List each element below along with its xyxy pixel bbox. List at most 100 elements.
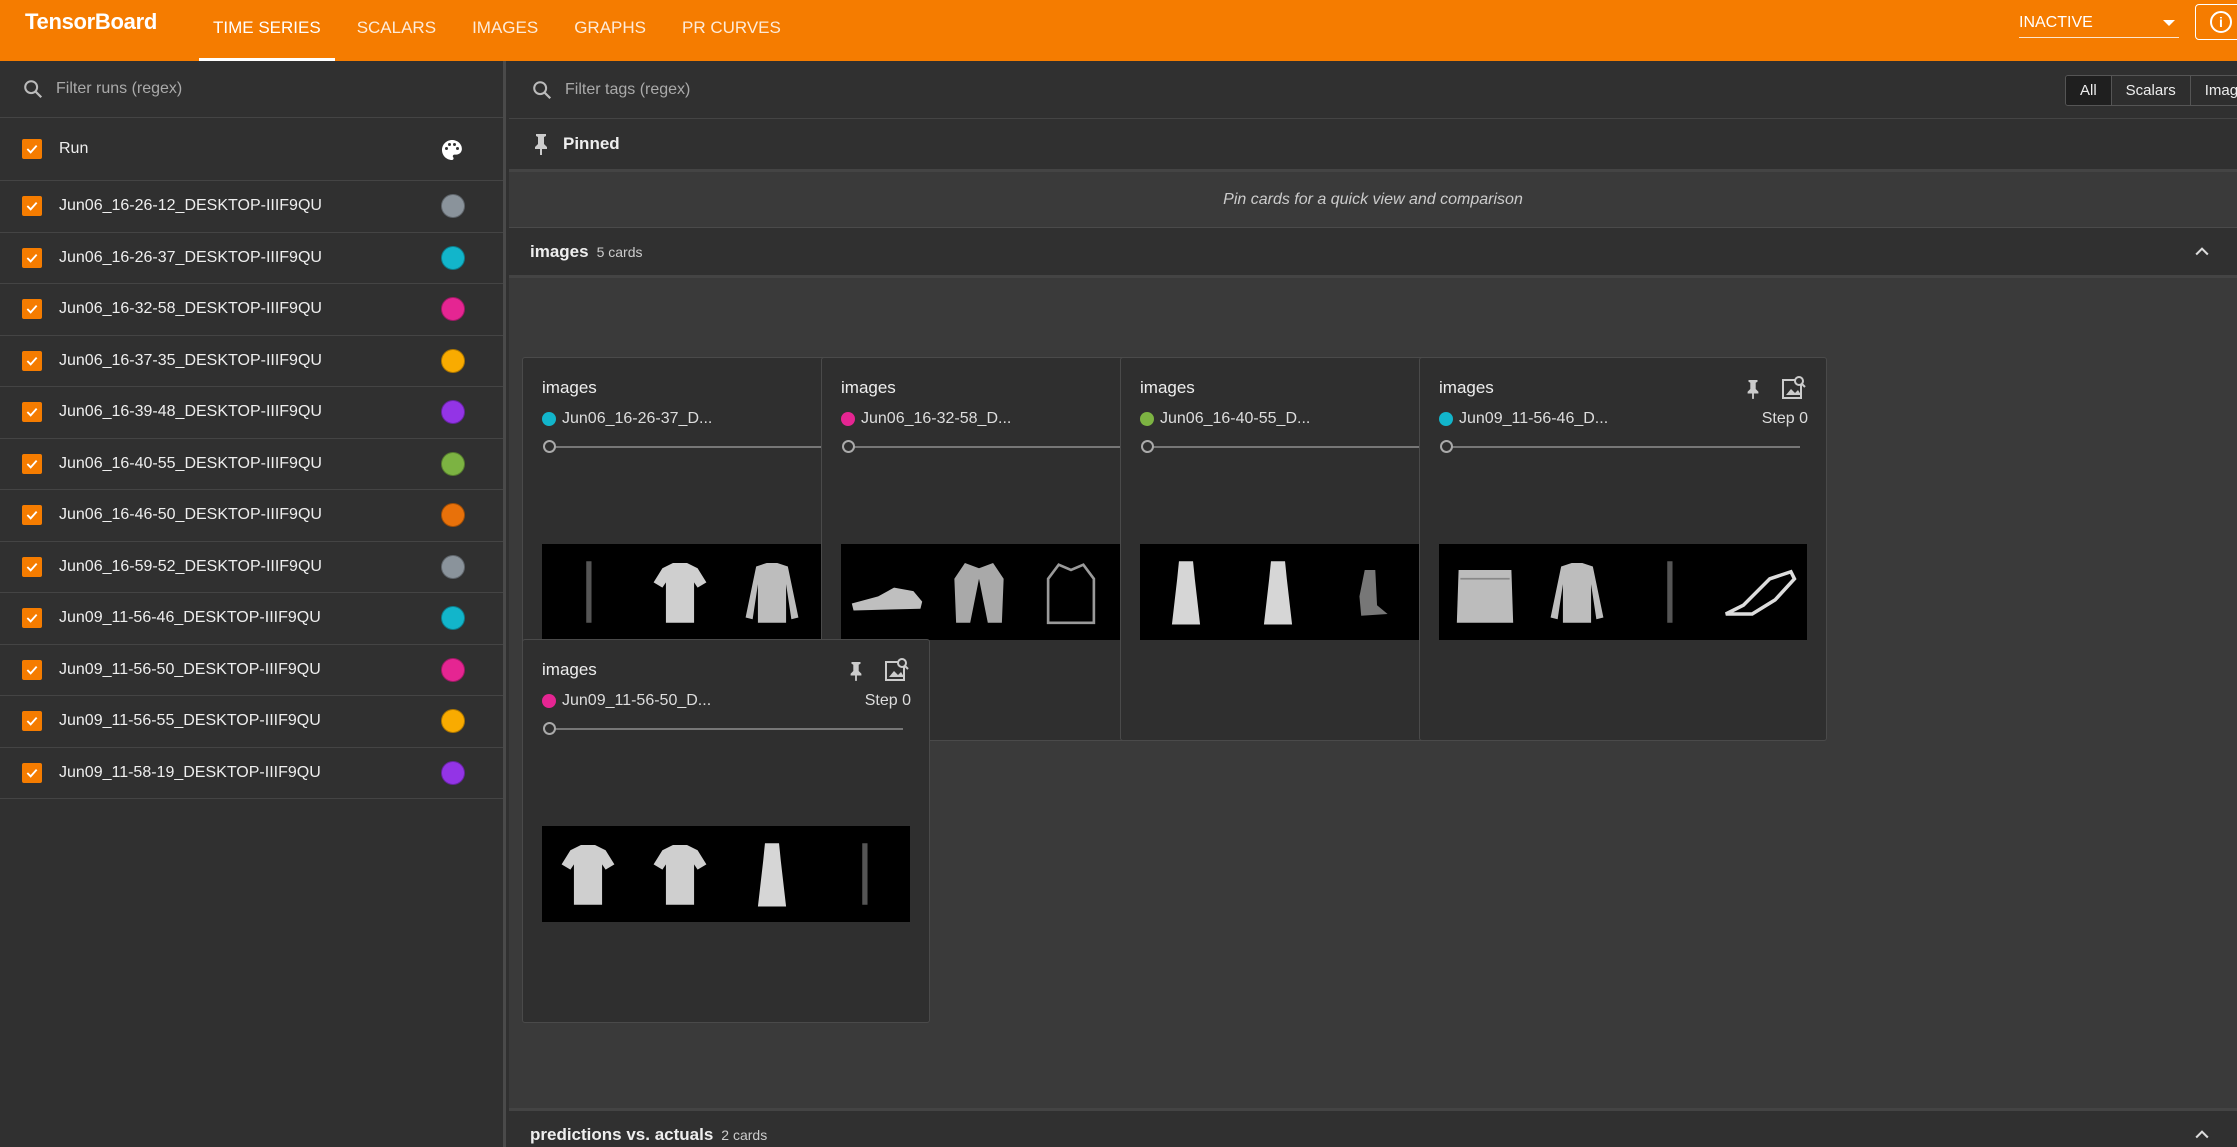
- card-run-label: Jun09_11-56-50_D...: [542, 692, 711, 710]
- run-checkbox[interactable]: [22, 505, 42, 526]
- run-checkbox[interactable]: [22, 608, 42, 629]
- card-run-name: Jun06_16-40-55_D...: [1160, 410, 1311, 427]
- run-checkbox[interactable]: [22, 659, 42, 680]
- run-row[interactable]: Jun09_11-56-55_DESKTOP-IIIF9QU: [0, 696, 503, 748]
- check-icon: [26, 614, 38, 623]
- run-row[interactable]: Jun06_16-46-50_DESKTOP-IIIF9QU: [0, 490, 503, 542]
- card-run-label: Jun09_11-56-46_D...: [1439, 410, 1608, 428]
- run-checkbox[interactable]: [22, 350, 42, 371]
- runs-table-header: Run: [0, 118, 503, 181]
- run-color-swatch[interactable]: [441, 554, 465, 579]
- run-color-swatch[interactable]: [441, 297, 465, 322]
- run-color-dot: [542, 694, 556, 708]
- card-run-name: Jun09_11-56-46_D...: [1459, 410, 1609, 427]
- info-button[interactable]: i: [2195, 4, 2237, 40]
- run-color-swatch[interactable]: [441, 760, 465, 785]
- run-color-swatch[interactable]: [441, 606, 465, 631]
- run-row[interactable]: Jun09_11-58-19_DESKTOP-IIIF9QU: [0, 748, 503, 799]
- run-checkbox[interactable]: [22, 247, 42, 268]
- toggle-images[interactable]: Images: [2190, 76, 2237, 105]
- run-checkbox[interactable]: [22, 762, 42, 783]
- image-thumbnail: [586, 561, 592, 623]
- run-row[interactable]: Jun06_16-59-52_DESKTOP-IIIF9QU: [0, 542, 503, 593]
- card-run-name: Jun06_16-26-37_D...: [562, 410, 713, 427]
- check-icon: [26, 408, 38, 417]
- select-all-checkbox[interactable]: [22, 139, 42, 159]
- card-title: images: [542, 660, 597, 679]
- tab-time-series[interactable]: TIME SERIES: [199, 0, 335, 61]
- check-icon: [26, 145, 38, 154]
- check-icon: [26, 253, 38, 263]
- image-thumbnail: [862, 843, 868, 905]
- run-row[interactable]: Jun06_16-37-35_DESKTOP-IIIF9QU: [0, 336, 503, 387]
- image-strip[interactable]: [1439, 544, 1807, 640]
- run-color-swatch[interactable]: [441, 503, 465, 528]
- tab-pr-curves[interactable]: PR CURVES: [668, 0, 795, 61]
- run-row[interactable]: Jun06_16-40-55_DESKTOP-IIIF9QU: [0, 439, 503, 490]
- run-color-swatch[interactable]: [441, 348, 465, 373]
- run-color-swatch[interactable]: [441, 657, 465, 682]
- run-name: Jun09_11-56-55_DESKTOP-IIIF9QU: [59, 712, 321, 730]
- run-checkbox[interactable]: [22, 299, 42, 320]
- run-color-swatch[interactable]: [441, 245, 465, 270]
- main-nav: TIME SERIES SCALARS IMAGES GRAPHS PR CUR…: [199, 0, 803, 61]
- run-checkbox[interactable]: [22, 556, 42, 577]
- run-color-dot: [841, 412, 855, 426]
- step-slider-thumb[interactable]: [543, 440, 556, 453]
- palette-icon[interactable]: [440, 138, 464, 162]
- toggle-all[interactable]: All: [2066, 76, 2112, 105]
- tab-images[interactable]: IMAGES: [458, 0, 552, 61]
- pin-icon[interactable]: [847, 660, 865, 682]
- run-filter-input[interactable]: [56, 80, 456, 98]
- run-row[interactable]: Jun09_11-56-46_DESKTOP-IIIF9QU: [0, 593, 503, 645]
- run-color-swatch[interactable]: [441, 400, 465, 425]
- run-row[interactable]: Jun06_16-26-12_DESKTOP-IIIF9QU: [0, 181, 503, 233]
- tag-filter-bar: All Scalars Images: [509, 61, 2237, 119]
- tab-scalars[interactable]: SCALARS: [343, 0, 450, 61]
- card-group-header-predictions[interactable]: predictions vs. actuals 2 cards: [509, 1108, 2237, 1147]
- image-thumbnail: [1263, 561, 1293, 625]
- run-row[interactable]: Jun06_16-26-37_DESKTOP-IIIF9QU: [0, 233, 503, 284]
- card-run-name: Jun06_16-32-58_D...: [861, 410, 1012, 427]
- image-search-icon[interactable]: [1781, 374, 1807, 400]
- run-checkbox[interactable]: [22, 196, 42, 217]
- step-slider-thumb[interactable]: [1440, 440, 1453, 453]
- run-row[interactable]: Jun06_16-39-48_DESKTOP-IIIF9QU: [0, 387, 503, 439]
- run-checkbox[interactable]: [22, 711, 42, 732]
- run-column-label: Run: [59, 140, 89, 157]
- card-group-header-images[interactable]: images 5 cards: [509, 228, 2237, 278]
- image-thumbnail: [653, 844, 707, 905]
- run-checkbox[interactable]: [22, 402, 42, 423]
- chevron-up-icon[interactable]: [2192, 1125, 2212, 1145]
- tag-filter-input[interactable]: [565, 80, 1165, 99]
- toggle-scalars[interactable]: Scalars: [2111, 76, 2191, 105]
- check-icon: [26, 768, 38, 778]
- step-slider-track[interactable]: [553, 728, 903, 730]
- image-strip[interactable]: [542, 826, 910, 922]
- check-icon: [26, 202, 38, 211]
- run-checkbox[interactable]: [22, 453, 42, 474]
- image-thumbnail: [1046, 563, 1096, 625]
- image-search-icon[interactable]: [884, 656, 910, 682]
- group-card-count: 5 cards: [596, 243, 643, 260]
- step-slider-thumb[interactable]: [543, 722, 556, 735]
- card-step: Step 0: [1761, 410, 1808, 427]
- step-slider-thumb[interactable]: [1141, 440, 1154, 453]
- brand-title[interactable]: TensorBoard: [25, 9, 157, 35]
- chevron-up-icon[interactable]: [2192, 242, 2212, 262]
- tab-graphs[interactable]: GRAPHS: [560, 0, 660, 61]
- pin-icon[interactable]: [1744, 378, 1762, 400]
- step-slider-thumb[interactable]: [842, 440, 855, 453]
- run-row[interactable]: Jun09_11-56-50_DESKTOP-IIIF9QU: [0, 645, 503, 696]
- run-color-swatch[interactable]: [441, 709, 465, 734]
- search-icon: [24, 80, 43, 99]
- image-thumbnail: [1171, 561, 1201, 625]
- plugin-select-dropdown[interactable]: INACTIVE: [2019, 8, 2179, 38]
- runs-sidebar: Run Jun06_16-26-12_DESKTOP-IIIF9QUJun06_…: [0, 61, 506, 1147]
- pin-icon: [535, 134, 547, 155]
- run-color-swatch[interactable]: [441, 451, 465, 476]
- run-color-swatch[interactable]: [441, 194, 465, 219]
- step-slider-track[interactable]: [1450, 446, 1800, 448]
- run-row[interactable]: Jun06_16-32-58_DESKTOP-IIIF9QU: [0, 284, 503, 336]
- check-icon: [26, 665, 38, 675]
